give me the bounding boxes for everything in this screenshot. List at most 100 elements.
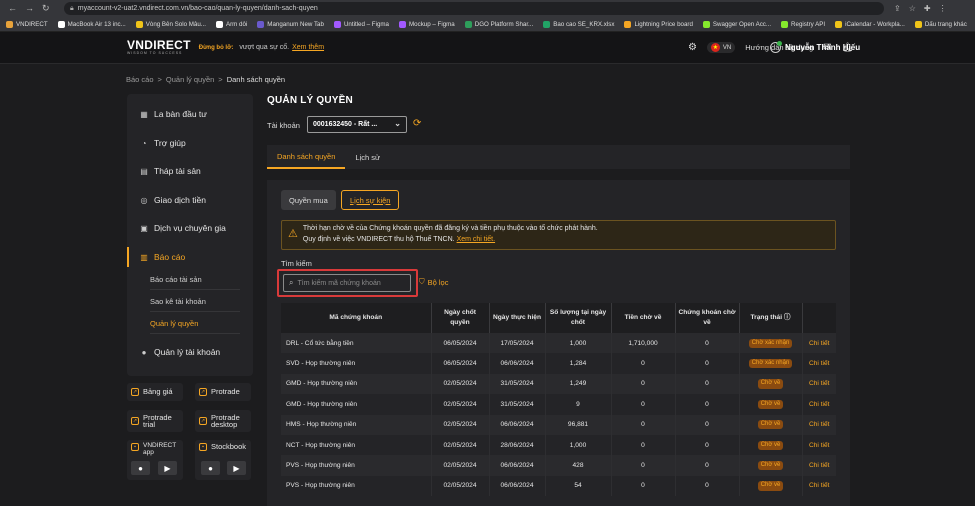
tab-danh-sach-quyen[interactable]: Danh sách quyền — [267, 145, 346, 169]
sidebar-subitem-bao-cao-tai-san[interactable]: Báo cáo tài sản — [150, 269, 240, 290]
cell-value: 06/05/2024 — [443, 339, 477, 347]
play-store-icon[interactable]: ▶ — [158, 461, 177, 475]
reload-icon[interactable]: ↻ — [42, 3, 50, 14]
detail-link[interactable]: Chi tiết — [809, 380, 830, 387]
segment-lich-su-kien[interactable]: Lịch sự kiện — [341, 190, 400, 210]
bookmark-item[interactable]: iCalendar - Workpla... — [835, 20, 905, 28]
bookmark-icon — [215, 20, 223, 28]
bookmark-item[interactable]: Bao cao SE_KRX.xlsx — [543, 20, 614, 28]
url-bar[interactable]: 🔒︎ myaccount-v2-uat2.vndirect.com.vn/bao… — [64, 2, 884, 15]
tower-icon: ▤ — [140, 166, 148, 176]
bookmark-item[interactable]: MacBook Air 13 inc... — [57, 20, 126, 28]
bookmark-item[interactable]: DGO Platform Shar... — [464, 20, 533, 28]
sidebar-subitem-sao-ke[interactable]: Sao kê tài khoản — [150, 291, 240, 312]
bookmark-icon — [6, 20, 13, 28]
warning-box: ⚠ Thời hạn chờ về của Chứng khoán quyền … — [281, 220, 836, 250]
detail-link[interactable]: Chi tiết — [809, 401, 830, 408]
sidebar-item-dich-vu[interactable]: ▣ Dịch vụ chuyên gia — [127, 218, 253, 238]
app-header: VNDIRECT WISDOM TO SUCCESS Đừng bỏ lỡ: v… — [0, 32, 975, 64]
sidebar-subitem-quan-ly-quyen[interactable]: Quản lý quyền — [150, 313, 240, 334]
bookmark-item[interactable]: Vòng Bên Solo Mâu... — [135, 20, 206, 28]
bookmark-item[interactable]: Manganum New Tab — [257, 20, 324, 28]
warning-link[interactable]: Xem chi tiết. — [457, 236, 496, 243]
column-header-label: Số lượng tại ngày chốt — [549, 309, 607, 326]
detail-link[interactable]: Chi tiết — [809, 442, 830, 449]
forward-icon[interactable]: → — [25, 3, 34, 14]
detail-link[interactable]: Chi tiết — [809, 340, 830, 347]
back-icon[interactable]: ← — [8, 3, 17, 14]
detail-link[interactable]: Chi tiết — [809, 421, 830, 428]
table-cell: 0 — [675, 434, 740, 456]
menu-icon[interactable]: ⋮ — [939, 4, 947, 13]
search-input[interactable]: ⌕ Tìm kiếm mã chứng khoán — [283, 274, 411, 292]
bookmark-item[interactable]: VNDIRECT — [6, 20, 48, 28]
sidebar-item-thap-tai-san[interactable]: ▤ Tháp tài sản — [127, 161, 253, 181]
breadcrumb-item[interactable]: Quản lý quyền — [166, 75, 214, 84]
bang-gia-button[interactable]: ↗ Bảng giá — [127, 383, 183, 401]
table-cell: 1,249 — [545, 373, 612, 395]
sidebar-item-tro-giup[interactable]: ◔ Trợ giúp — [127, 133, 253, 153]
table-cell: 31/05/2024 — [489, 373, 546, 395]
language-switch[interactable]: ★ VN — [706, 42, 736, 53]
apple-store-icon[interactable]: ● — [201, 461, 220, 475]
detail-link[interactable]: Chi tiết — [809, 462, 830, 469]
notice-link[interactable]: Xem thêm — [292, 44, 324, 51]
protrade-desktop-button[interactable]: ↗ Protrade desktop — [195, 410, 251, 432]
sidebar-item-bao-cao[interactable]: ▥ Báo cáo — [127, 247, 253, 267]
column-header — [802, 303, 836, 333]
bookmark-item[interactable]: Dấu trang khác — [914, 20, 967, 28]
protrade-trial-button[interactable]: ↗ Protrade trial — [127, 410, 183, 432]
extension-icon[interactable]: ✚ — [924, 4, 931, 13]
settings-icon[interactable]: ⚙ — [688, 42, 697, 53]
table-cell: Chi tiết — [802, 414, 836, 435]
bookmark-item[interactable]: Mockup – Figma — [399, 20, 455, 28]
sidebar-item-la-ban[interactable]: ▦ La bàn đầu tư — [127, 104, 253, 124]
segment-quyen-mua[interactable]: Quyền mua — [281, 190, 336, 210]
breadcrumb-item[interactable]: Báo cáo — [126, 75, 154, 84]
detail-link[interactable]: Chi tiết — [809, 360, 830, 367]
account-select[interactable]: 0001632450 - Rất ... ⌄ — [307, 116, 407, 133]
status-badge: Chờ về — [757, 379, 784, 389]
notice-banner: Đừng bỏ lỡ: vượt qua sự cố. Xem thêm — [199, 44, 324, 51]
refresh-icon[interactable]: ⟳ — [413, 118, 421, 129]
star-icon[interactable]: ☆ — [909, 4, 916, 13]
sidebar-item-giao-dich-tien[interactable]: ◎ Giao dịch tiền — [127, 190, 253, 210]
table-cell: 0 — [611, 353, 676, 374]
protrade-button[interactable]: ↗ Protrade — [195, 383, 251, 401]
user-menu[interactable]: Nguyễn Thành Hiếu — [770, 41, 860, 53]
cell-value: 0 — [705, 421, 709, 429]
status-badge: Chờ xác nhận — [748, 358, 793, 369]
cell-value: 0 — [705, 400, 709, 408]
bookmark-item[interactable]: Untitled – Figma — [333, 20, 389, 28]
bookmark-item[interactable]: Arm dôi — [215, 20, 247, 28]
cell-value: 06/06/2024 — [500, 421, 534, 429]
cell-value: 02/05/2024 — [443, 421, 477, 429]
info-icon[interactable]: ⓘ — [782, 314, 791, 321]
share-icon[interactable]: ⇪ — [894, 4, 901, 13]
bookmark-label: Mockup – Figma — [409, 20, 455, 28]
app-icon: ▪ — [131, 443, 139, 451]
warning-line-text: Quy định về việc VNDIRECT thu hộ Thuế TN… — [302, 236, 455, 243]
external-icon: ↗ — [199, 388, 207, 396]
bookmark-icon — [257, 20, 265, 28]
logo[interactable]: VNDIRECT WISDOM TO SUCCESS — [127, 39, 191, 56]
page-title: QUẢN LÝ QUYỀN — [267, 95, 353, 106]
sidebar-subitem-label: Quản lý quyền — [150, 318, 199, 328]
detail-link[interactable]: Chi tiết — [809, 482, 830, 489]
bookmarks-bar: VNDIRECT MacBook Air 13 inc... Vòng Bên So… — [0, 17, 975, 32]
table-cell: Chờ về — [739, 455, 803, 476]
cell-value: PVS - Họp thường niên — [286, 482, 355, 490]
sidebar-item-quan-ly-tai-khoan[interactable]: ● Quản lý tài khoản — [127, 342, 253, 362]
cell-value: 06/06/2024 — [500, 462, 534, 470]
apple-store-icon[interactable]: ● — [131, 461, 150, 475]
warning-line: Thời hạn chờ về của Chứng khoán quyền đã… — [302, 225, 598, 233]
breadcrumb-separator: > — [157, 75, 162, 84]
bookmark-item[interactable]: Registry API — [781, 20, 825, 28]
app-label: Bảng giá — [143, 387, 173, 397]
filter-button[interactable]: ⛉ Bộ lọc — [419, 277, 448, 287]
warning-line: Quy định về việc VNDIRECT thu hộ Thuế TN… — [303, 235, 598, 246]
bookmark-item[interactable]: Lightning Price board — [624, 20, 693, 28]
bookmark-item[interactable]: Swagger Open Acc... — [702, 20, 771, 28]
tab-lich-su[interactable]: Lịch sử — [345, 145, 390, 169]
play-store-icon[interactable]: ▶ — [227, 461, 246, 475]
